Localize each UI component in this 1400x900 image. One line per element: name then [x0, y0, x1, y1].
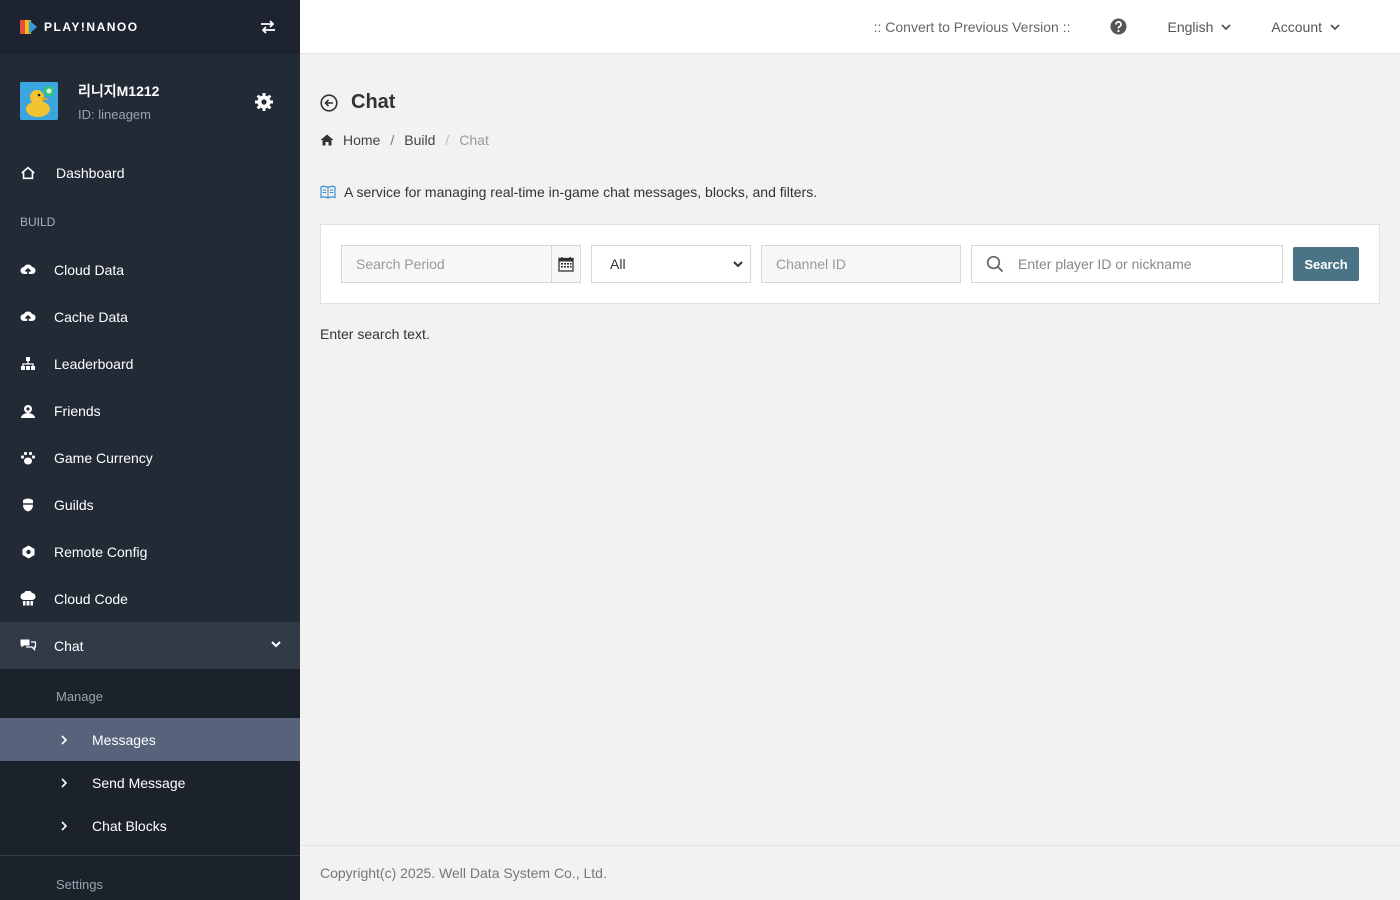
select-value: All	[610, 256, 626, 272]
sidebar-item-friends[interactable]: Friends	[0, 387, 300, 434]
account-label: Account	[1271, 18, 1322, 35]
breadcrumb: Home / Build / Chat	[320, 132, 1380, 148]
page-description: A service for managing real-time in-game…	[320, 184, 1380, 200]
cog-box-icon	[20, 544, 36, 560]
description-text: A service for managing real-time in-game…	[344, 184, 818, 200]
help-icon[interactable]	[1110, 18, 1127, 35]
chevron-down-icon	[1221, 23, 1232, 30]
search-icon	[972, 255, 1018, 273]
search-period-input[interactable]	[342, 246, 551, 282]
sidebar-section-build: BUILD	[20, 215, 56, 229]
player-search-input[interactable]	[1018, 256, 1282, 272]
search-panel: All Search	[320, 224, 1380, 304]
home-icon	[320, 134, 334, 146]
chat-icon	[20, 638, 36, 654]
sidebar-subitem-chat-blocks[interactable]: Chat Blocks	[0, 804, 300, 847]
chat-submenu: Manage Messages Send Message Chat Blocks…	[0, 669, 300, 900]
cloud-code-icon	[20, 591, 36, 607]
sidebar-item-game-currency[interactable]: Game Currency	[0, 434, 300, 481]
sidebar-item-label: Cloud Code	[54, 590, 128, 607]
sidebar-subitem-messages[interactable]: Messages	[0, 718, 300, 761]
sidebar-subitem-label: Send Message	[92, 774, 186, 791]
copyright-text: Copyright(c) 2025. Well Data System Co.,…	[320, 865, 607, 881]
sidebar-item-cache-data[interactable]: Cache Data	[0, 293, 300, 340]
logo-text: PLAY!NANOO	[44, 20, 139, 34]
chevron-right-icon	[60, 777, 72, 788]
channel-type-select[interactable]: All	[591, 245, 751, 283]
paw-icon	[20, 450, 36, 466]
main-content: Chat Home / Build / Chat A service for m…	[300, 55, 1400, 845]
footer: Copyright(c) 2025. Well Data System Co.,…	[300, 845, 1400, 900]
chevron-down-icon	[733, 261, 743, 268]
book-icon	[320, 185, 336, 199]
logo-icon	[20, 20, 37, 34]
language-label: English	[1167, 18, 1214, 35]
sidebar-item-label: Guilds	[54, 496, 94, 513]
account-dropdown[interactable]: Account	[1271, 19, 1340, 35]
chevron-down-icon	[271, 641, 281, 648]
language-dropdown[interactable]: English	[1167, 18, 1232, 35]
sidebar-subitem-label: Messages	[92, 731, 156, 748]
top-bar: :: Convert to Previous Version :: Englis…	[300, 0, 1400, 54]
home-icon	[20, 165, 36, 181]
sidebar-item-chat[interactable]: Chat	[0, 622, 300, 669]
search-button[interactable]: Search	[1293, 247, 1359, 281]
sidebar-item-label: Chat	[54, 637, 84, 654]
empty-results-text: Enter search text.	[320, 326, 430, 342]
chevron-right-icon	[60, 820, 72, 831]
friends-icon	[20, 403, 36, 419]
sidebar-item-label: Game Currency	[54, 449, 153, 466]
breadcrumb-separator: /	[390, 132, 395, 148]
sidebar-item-label: Leaderboard	[54, 355, 134, 372]
sidebar-item-label: Cloud Data	[54, 261, 125, 278]
sitemap-icon	[20, 356, 36, 372]
sidebar-item-label: Cache Data	[54, 308, 128, 325]
brand-bar: PLAY!NANOO	[0, 0, 300, 54]
page-header: Chat	[320, 91, 1380, 114]
project-id: ID: lineagem	[78, 106, 151, 122]
back-arrow-icon[interactable]	[320, 93, 338, 112]
convert-version-link[interactable]: :: Convert to Previous Version ::	[874, 19, 1071, 35]
sidebar-item-cloud-code[interactable]: Cloud Code	[0, 575, 300, 622]
cloud-upload-icon	[20, 309, 36, 325]
sidebar-subitem-label: Chat Blocks	[92, 817, 167, 834]
sidebar: PLAY!NANOO 리니지M1212 ID: lineagem Dashboa…	[0, 0, 300, 900]
channel-id-input[interactable]	[761, 245, 961, 283]
sidebar-item-label: Dashboard	[56, 165, 125, 181]
cloud-upload-icon	[20, 262, 36, 278]
sidebar-subitem-send-message[interactable]: Send Message	[0, 761, 300, 804]
project-profile: 리니지M1212 ID: lineagem	[0, 54, 300, 148]
breadcrumb-home[interactable]: Home	[343, 132, 380, 148]
divider	[0, 847, 300, 856]
sidebar-item-leaderboard[interactable]: Leaderboard	[0, 340, 300, 387]
chevron-right-icon	[60, 734, 72, 745]
breadcrumb-separator: /	[445, 132, 450, 148]
breadcrumb-current: Chat	[459, 132, 489, 148]
project-name: 리니지M1212	[78, 82, 160, 99]
logo[interactable]: PLAY!NANOO	[20, 19, 139, 35]
sidebar-item-dashboard[interactable]: Dashboard	[0, 148, 300, 198]
sidebar-item-label: Remote Config	[54, 543, 148, 560]
shield-icon	[20, 497, 36, 513]
chevron-down-icon	[1330, 23, 1340, 30]
avatar	[20, 82, 58, 120]
submenu-section-settings: Settings	[56, 876, 103, 892]
switch-project-icon[interactable]	[256, 15, 280, 39]
gear-icon[interactable]	[254, 92, 274, 112]
sidebar-item-label: Friends	[54, 402, 101, 419]
sidebar-item-guilds[interactable]: Guilds	[0, 481, 300, 528]
submenu-section-manage: Manage	[56, 689, 103, 704]
sidebar-item-remote-config[interactable]: Remote Config	[0, 528, 300, 575]
player-search-field	[971, 245, 1283, 283]
breadcrumb-build[interactable]: Build	[404, 132, 435, 148]
page-title: Chat	[351, 91, 396, 113]
sidebar-item-cloud-data[interactable]: Cloud Data	[0, 246, 300, 293]
search-period-field	[341, 245, 581, 283]
calendar-icon[interactable]	[551, 246, 580, 282]
